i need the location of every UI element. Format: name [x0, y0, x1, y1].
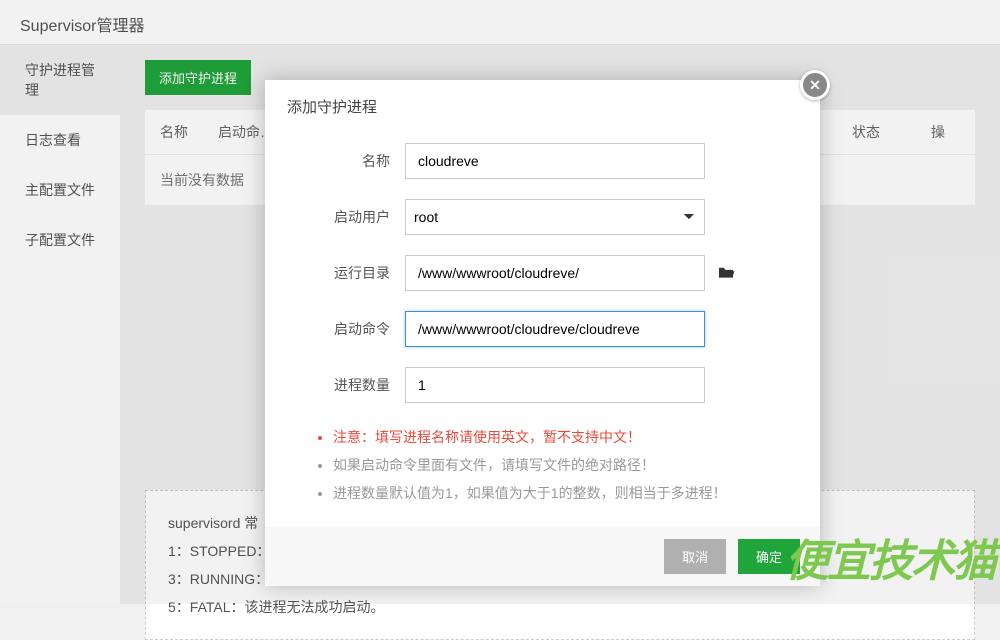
procs-input[interactable]	[405, 367, 705, 403]
label-user: 启动用户	[265, 207, 405, 227]
cwd-input[interactable]	[405, 255, 705, 291]
dialog-title: 添加守护进程	[265, 80, 820, 133]
name-input[interactable]	[405, 143, 705, 179]
ok-button[interactable]: 确定	[738, 539, 800, 574]
dialog-form: 名称 启动用户 root 运行目录 启动命令 进程数量	[265, 133, 820, 413]
cancel-button[interactable]: 取消	[664, 539, 726, 574]
note-warning: 注意：填写进程名称请使用英文，暂不支持中文！	[333, 423, 770, 451]
user-select[interactable]: root	[405, 199, 705, 235]
note-info: 如果启动命令里面有文件，请填写文件的绝对路径！	[333, 451, 770, 479]
label-name: 名称	[265, 151, 405, 171]
label-procs: 进程数量	[265, 375, 405, 395]
label-cmd: 启动命令	[265, 319, 405, 339]
add-process-dialog: ✕ 添加守护进程 名称 启动用户 root 运行目录 启动命令 进程数量	[265, 80, 820, 586]
label-cwd: 运行目录	[265, 263, 405, 283]
dialog-notes: 注意：填写进程名称请使用英文，暂不支持中文！ 如果启动命令里面有文件，请填写文件…	[265, 413, 820, 527]
folder-icon[interactable]	[717, 265, 735, 282]
cmd-input[interactable]	[405, 311, 705, 347]
note-info: 进程数量默认值为1，如果值为大于1的整数，则相当于多进程！	[333, 479, 770, 507]
dialog-footer: 取消 确定	[265, 527, 820, 586]
close-icon[interactable]: ✕	[800, 70, 830, 100]
